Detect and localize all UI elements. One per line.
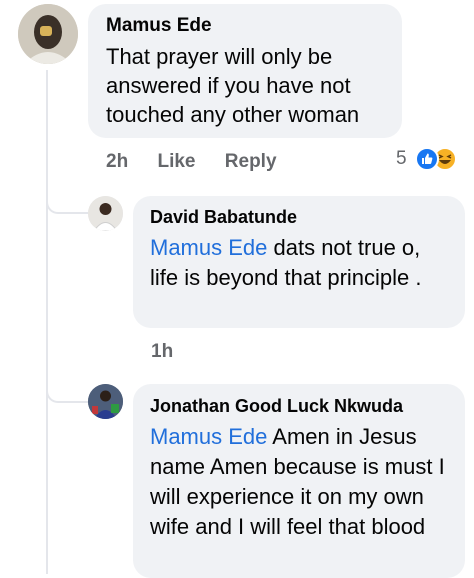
reply-actions: 1h <box>151 341 197 363</box>
reaction-summary[interactable]: 5 <box>396 147 457 171</box>
like-button[interactable]: Like <box>157 151 195 172</box>
reaction-count: 5 <box>396 148 407 169</box>
reply-timestamp[interactable]: 1h <box>151 341 173 362</box>
avatar[interactable] <box>88 384 123 419</box>
avatar[interactable] <box>18 4 78 64</box>
comment-bubble: Mamus Ede That prayer will only be answe… <box>88 4 402 138</box>
reply-connector <box>46 198 90 214</box>
comment-actions: 2h Like Reply <box>106 151 301 173</box>
reply-bubble: Jonathan Good Luck Nkwuda Mamus Ede Amen… <box>133 384 465 578</box>
reply-button[interactable]: Reply <box>225 151 277 172</box>
comment-timestamp[interactable]: 2h <box>106 151 128 172</box>
mention-link[interactable]: Mamus Ede <box>150 424 267 449</box>
comment-author[interactable]: Mamus Ede <box>106 14 386 38</box>
reply-text: Mamus Ede dats not true o, life is beyon… <box>150 233 449 293</box>
reply-author[interactable]: Jonathan Good Luck Nkwuda <box>150 395 449 418</box>
mention-link[interactable]: Mamus Ede <box>150 235 267 260</box>
reply-author[interactable]: David Babatunde <box>150 206 449 229</box>
thread-line <box>46 70 48 574</box>
comment-text: That prayer will only be answered if you… <box>106 44 360 127</box>
reply-text: Mamus Ede Amen in Jesus name Amen becaus… <box>150 422 449 542</box>
avatar[interactable] <box>88 196 123 231</box>
reply-connector <box>46 387 90 403</box>
reply-bubble: David Babatunde Mamus Ede dats not true … <box>133 196 465 328</box>
like-icon <box>414 147 439 171</box>
